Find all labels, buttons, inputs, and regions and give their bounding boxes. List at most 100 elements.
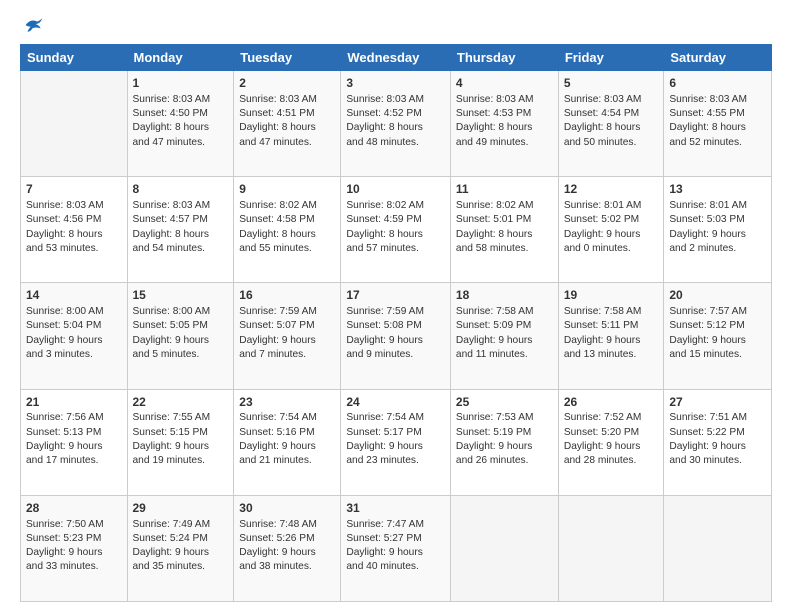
calendar-cell: 26Sunrise: 7:52 AMSunset: 5:20 PMDayligh… — [558, 389, 664, 495]
day-detail: Sunset: 5:09 PM — [456, 319, 553, 333]
day-detail: Sunrise: 8:03 AM — [456, 93, 553, 107]
day-detail: Sunrise: 8:03 AM — [133, 199, 229, 213]
day-detail: and 54 minutes. — [133, 242, 229, 256]
day-detail: Sunset: 5:08 PM — [346, 319, 445, 333]
day-detail: and 19 minutes. — [133, 454, 229, 468]
day-number: 23 — [239, 394, 335, 411]
day-detail: Sunset: 5:07 PM — [239, 319, 335, 333]
day-detail: Sunset: 4:51 PM — [239, 107, 335, 121]
day-number: 20 — [669, 287, 766, 304]
day-detail: Sunrise: 8:03 AM — [26, 199, 122, 213]
day-detail: Daylight: 9 hours — [456, 440, 553, 454]
day-number: 26 — [564, 394, 659, 411]
day-detail: Sunset: 4:56 PM — [26, 213, 122, 227]
calendar-cell: 6Sunrise: 8:03 AMSunset: 4:55 PMDaylight… — [664, 71, 772, 177]
calendar-cell: 12Sunrise: 8:01 AMSunset: 5:02 PMDayligh… — [558, 177, 664, 283]
week-row-2: 7Sunrise: 8:03 AMSunset: 4:56 PMDaylight… — [21, 177, 772, 283]
day-detail: Sunrise: 7:57 AM — [669, 305, 766, 319]
day-detail: and 55 minutes. — [239, 242, 335, 256]
day-detail: Sunrise: 8:03 AM — [346, 93, 445, 107]
calendar-cell: 14Sunrise: 8:00 AMSunset: 5:04 PMDayligh… — [21, 283, 128, 389]
day-detail: Daylight: 9 hours — [26, 440, 122, 454]
day-detail: Daylight: 8 hours — [346, 121, 445, 135]
calendar-cell: 25Sunrise: 7:53 AMSunset: 5:19 PMDayligh… — [450, 389, 558, 495]
day-number: 5 — [564, 75, 659, 92]
day-detail: Daylight: 9 hours — [346, 440, 445, 454]
day-detail: and 58 minutes. — [456, 242, 553, 256]
day-detail: Daylight: 9 hours — [669, 334, 766, 348]
day-detail: and 47 minutes. — [239, 136, 335, 150]
calendar-cell — [664, 495, 772, 601]
day-detail: Sunset: 4:54 PM — [564, 107, 659, 121]
day-number: 13 — [669, 181, 766, 198]
day-detail: Sunset: 4:58 PM — [239, 213, 335, 227]
day-detail: and 2 minutes. — [669, 242, 766, 256]
calendar-cell: 30Sunrise: 7:48 AMSunset: 5:26 PMDayligh… — [234, 495, 341, 601]
day-detail: Sunset: 4:50 PM — [133, 107, 229, 121]
day-detail: Sunrise: 7:51 AM — [669, 411, 766, 425]
day-detail: Sunrise: 7:54 AM — [239, 411, 335, 425]
calendar-cell: 13Sunrise: 8:01 AMSunset: 5:03 PMDayligh… — [664, 177, 772, 283]
day-detail: Sunset: 5:23 PM — [26, 532, 122, 546]
col-header-sunday: Sunday — [21, 45, 128, 71]
day-detail: Sunset: 5:17 PM — [346, 426, 445, 440]
calendar-cell: 8Sunrise: 8:03 AMSunset: 4:57 PMDaylight… — [127, 177, 234, 283]
day-detail: Sunset: 5:22 PM — [669, 426, 766, 440]
day-detail: and 21 minutes. — [239, 454, 335, 468]
day-detail: Sunset: 5:19 PM — [456, 426, 553, 440]
day-detail: Sunrise: 8:01 AM — [564, 199, 659, 213]
day-detail: Daylight: 8 hours — [456, 228, 553, 242]
day-detail: Sunset: 5:26 PM — [239, 532, 335, 546]
day-detail: and 30 minutes. — [669, 454, 766, 468]
day-number: 12 — [564, 181, 659, 198]
day-detail: Daylight: 8 hours — [133, 121, 229, 135]
day-number: 30 — [239, 500, 335, 517]
day-detail: Sunrise: 7:52 AM — [564, 411, 659, 425]
logo — [20, 16, 48, 34]
day-detail: Daylight: 8 hours — [456, 121, 553, 135]
calendar-cell: 24Sunrise: 7:54 AMSunset: 5:17 PMDayligh… — [341, 389, 451, 495]
col-header-monday: Monday — [127, 45, 234, 71]
day-detail: Daylight: 8 hours — [564, 121, 659, 135]
day-detail: Daylight: 9 hours — [133, 546, 229, 560]
day-detail: Daylight: 9 hours — [26, 334, 122, 348]
calendar-cell: 3Sunrise: 8:03 AMSunset: 4:52 PMDaylight… — [341, 71, 451, 177]
day-detail: Daylight: 9 hours — [239, 440, 335, 454]
col-header-wednesday: Wednesday — [341, 45, 451, 71]
day-detail: and 23 minutes. — [346, 454, 445, 468]
col-header-tuesday: Tuesday — [234, 45, 341, 71]
day-detail: Sunrise: 7:55 AM — [133, 411, 229, 425]
day-detail: Sunrise: 8:02 AM — [346, 199, 445, 213]
day-detail: Sunrise: 8:02 AM — [456, 199, 553, 213]
day-detail: Daylight: 8 hours — [133, 228, 229, 242]
day-number: 19 — [564, 287, 659, 304]
calendar-table: SundayMondayTuesdayWednesdayThursdayFrid… — [20, 44, 772, 602]
day-detail: and 26 minutes. — [456, 454, 553, 468]
day-detail: Daylight: 9 hours — [564, 228, 659, 242]
day-detail: Sunset: 5:15 PM — [133, 426, 229, 440]
day-number: 15 — [133, 287, 229, 304]
day-detail: and 33 minutes. — [26, 560, 122, 574]
day-detail: and 48 minutes. — [346, 136, 445, 150]
day-detail: and 47 minutes. — [133, 136, 229, 150]
day-detail: and 11 minutes. — [456, 348, 553, 362]
day-number: 10 — [346, 181, 445, 198]
day-detail: Sunrise: 7:54 AM — [346, 411, 445, 425]
day-detail: and 57 minutes. — [346, 242, 445, 256]
day-detail: Daylight: 8 hours — [346, 228, 445, 242]
calendar-cell: 19Sunrise: 7:58 AMSunset: 5:11 PMDayligh… — [558, 283, 664, 389]
day-detail: and 5 minutes. — [133, 348, 229, 362]
day-detail: and 9 minutes. — [346, 348, 445, 362]
calendar-cell: 9Sunrise: 8:02 AMSunset: 4:58 PMDaylight… — [234, 177, 341, 283]
calendar-cell: 10Sunrise: 8:02 AMSunset: 4:59 PMDayligh… — [341, 177, 451, 283]
day-detail: and 28 minutes. — [564, 454, 659, 468]
day-detail: Sunrise: 7:59 AM — [346, 305, 445, 319]
calendar-cell: 28Sunrise: 7:50 AMSunset: 5:23 PMDayligh… — [21, 495, 128, 601]
day-number: 14 — [26, 287, 122, 304]
day-number: 1 — [133, 75, 229, 92]
day-number: 22 — [133, 394, 229, 411]
day-detail: and 13 minutes. — [564, 348, 659, 362]
day-detail: Daylight: 9 hours — [669, 440, 766, 454]
day-number: 25 — [456, 394, 553, 411]
day-number: 21 — [26, 394, 122, 411]
